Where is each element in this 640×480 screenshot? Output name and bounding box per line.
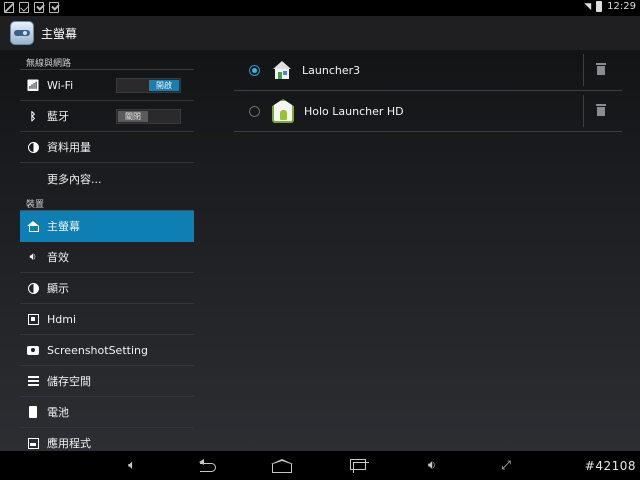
sidebar-item-label: ScreenshotSetting xyxy=(47,343,148,357)
sidebar-item-data-usage[interactable]: 資料用量 xyxy=(20,132,194,163)
sidebar-item-label: Wi-Fi xyxy=(47,78,74,92)
section-header-wireless: 無線與網路 xyxy=(20,50,194,70)
trash-icon[interactable] xyxy=(596,63,606,75)
settings-app-icon[interactable] xyxy=(10,21,34,45)
navigation-bar: 🔈︎ 🔉︎ ⤢ #42108 xyxy=(0,451,640,480)
section-header-device: 裝置 xyxy=(20,194,194,211)
recent-apps-button[interactable] xyxy=(348,457,370,473)
launcher-name: Launcher3 xyxy=(302,63,361,77)
display-icon xyxy=(26,281,40,295)
sidebar-item-hdmi[interactable]: Hdmi xyxy=(20,304,194,335)
mail-notification-icon xyxy=(19,2,29,13)
fullscreen-icon[interactable]: ⤢ xyxy=(498,457,514,473)
launcher-row-holo[interactable]: Holo Launcher HD xyxy=(234,91,622,132)
watermark: #42108 xyxy=(584,459,636,473)
divider xyxy=(583,95,584,127)
launcher-name: Holo Launcher HD xyxy=(304,104,404,118)
hdmi-icon xyxy=(26,312,40,326)
sidebar-item-wifi[interactable]: 📶︎ Wi-Fi 開啟 xyxy=(20,70,194,101)
divider xyxy=(583,54,584,86)
holo-launcher-icon xyxy=(272,99,294,123)
sidebar-item-sound[interactable]: 🔉︎ 音效 xyxy=(20,242,194,273)
sidebar-item-more[interactable]: 更多內容... xyxy=(20,163,194,194)
download-done-icon xyxy=(34,2,44,13)
action-bar: 主螢幕 xyxy=(0,16,640,50)
sidebar-item-label: 主螢幕 xyxy=(47,220,80,233)
apps-icon xyxy=(26,436,40,450)
trash-icon[interactable] xyxy=(596,104,606,116)
sidebar-item-label: 音效 xyxy=(47,251,69,264)
data-usage-icon xyxy=(26,140,40,154)
wifi-signal-icon: ◥ xyxy=(584,1,592,12)
sidebar-item-label: 資料用量 xyxy=(47,141,91,154)
bluetooth-toggle[interactable]: 關閉 xyxy=(116,109,181,124)
download-done-icon-2 xyxy=(49,2,59,13)
battery-icon xyxy=(26,405,40,419)
sidebar-item-label: 更多內容... xyxy=(47,172,102,186)
sidebar-item-label: 電池 xyxy=(47,406,69,419)
page-title: 主螢幕 xyxy=(41,26,78,41)
wifi-toggle[interactable]: 開啟 xyxy=(116,78,181,93)
sidebar-item-home-screen[interactable]: 主螢幕 xyxy=(20,211,194,242)
home-button[interactable] xyxy=(271,457,293,473)
bluetooth-icon: ᛒ xyxy=(29,109,37,123)
sidebar-item-screenshot[interactable]: ScreenshotSetting xyxy=(20,335,194,366)
settings-sidebar: 無線與網路 📶︎ Wi-Fi 開啟 ᛒ 藍牙 關閉 資料用量 更多內容... 裝… xyxy=(20,50,194,451)
holo-launcher-radio[interactable] xyxy=(249,105,260,117)
screenshot-icon xyxy=(26,343,40,357)
sound-icon: 🔉︎ xyxy=(29,250,37,263)
sidebar-item-label: 顯示 xyxy=(47,282,69,295)
content-area: 無線與網路 📶︎ Wi-Fi 開啟 ᛒ 藍牙 關閉 資料用量 更多內容... 裝… xyxy=(0,50,640,451)
battery-status-icon xyxy=(596,1,603,12)
volume-up-icon[interactable]: 🔉︎ xyxy=(424,457,440,473)
launcher-row-launcher3[interactable]: Launcher3 xyxy=(234,50,622,91)
clock: 12:29 xyxy=(607,1,636,12)
wifi-toggle-label: 開啟 xyxy=(149,80,179,91)
sidebar-item-storage[interactable]: 儲存空間 xyxy=(20,366,194,397)
sidebar-item-apps[interactable]: 應用程式 xyxy=(20,428,194,451)
sidebar-item-label: Hdmi xyxy=(47,312,77,326)
sidebar-item-display[interactable]: 顯示 xyxy=(20,273,194,304)
notification-icons xyxy=(4,2,59,13)
sidebar-item-label: 儲存空間 xyxy=(47,375,91,388)
sidebar-item-bluetooth[interactable]: ᛒ 藍牙 關閉 xyxy=(20,101,194,132)
sidebar-item-battery[interactable]: 電池 xyxy=(20,397,194,428)
sidebar-item-label: 應用程式 xyxy=(47,437,91,450)
bluetooth-toggle-label: 關閉 xyxy=(118,111,148,122)
sidebar-item-label: 藍牙 xyxy=(47,110,69,123)
home-icon xyxy=(26,219,40,233)
volume-down-icon[interactable]: 🔈︎ xyxy=(124,457,140,473)
status-bar: ◥ 12:29 xyxy=(0,0,640,16)
image-notification-icon xyxy=(4,2,14,13)
storage-icon xyxy=(26,374,40,388)
system-status: ◥ 12:29 xyxy=(584,1,636,12)
back-button[interactable] xyxy=(198,457,218,473)
launcher3-icon xyxy=(272,60,292,80)
launcher-list: Launcher3 Holo Launcher HD xyxy=(234,50,622,132)
wifi-icon: 📶︎ xyxy=(26,78,40,92)
launcher3-radio[interactable] xyxy=(249,64,260,76)
